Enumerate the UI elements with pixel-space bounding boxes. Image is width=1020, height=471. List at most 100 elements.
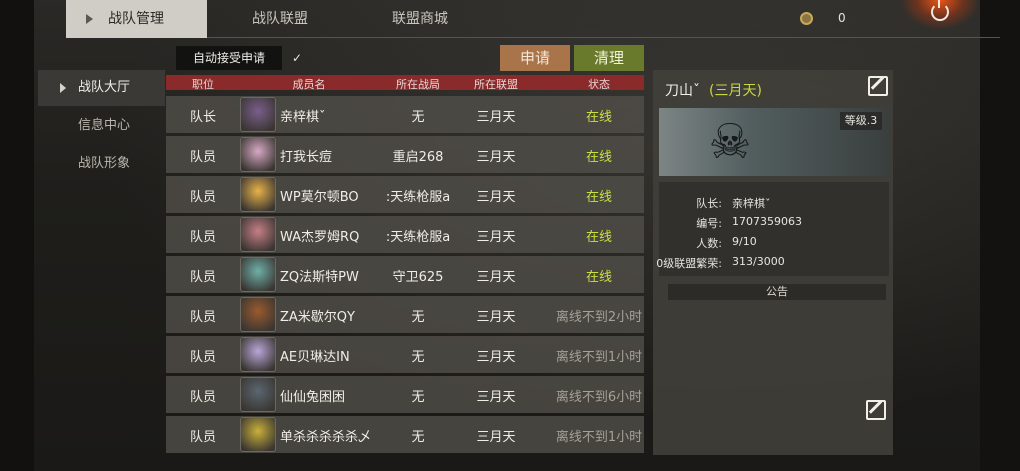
count-label: 人数: bbox=[696, 237, 722, 250]
member-role: 队员 bbox=[189, 190, 217, 205]
team-alliance: (三月天) bbox=[709, 83, 762, 99]
member-row[interactable]: 队员 AE贝琳达IN 无 三月天 离线不到1小时 bbox=[166, 336, 644, 373]
member-battle: 重启268 bbox=[392, 150, 444, 165]
column-header-battle: 所在战局 bbox=[396, 78, 440, 91]
avatar[interactable] bbox=[240, 377, 276, 412]
avatar[interactable] bbox=[240, 257, 276, 292]
caret-right-icon bbox=[86, 14, 93, 24]
caret-right-icon bbox=[60, 83, 66, 93]
member-row[interactable]: 队员 仙仙兔困困 无 三月天 离线不到6小时 bbox=[166, 376, 644, 413]
member-row[interactable]: 队员 打我长痘 重启268 三月天 在线 bbox=[166, 136, 644, 173]
member-alliance: 三月天 bbox=[476, 310, 516, 325]
skull-emblem-icon: ☠ bbox=[708, 114, 752, 170]
member-role: 队员 bbox=[189, 390, 217, 405]
prosperity-value: 313/3000 bbox=[732, 255, 785, 268]
member-alliance: 三月天 bbox=[476, 190, 516, 205]
notice-header: 公告 bbox=[668, 284, 886, 300]
avatar[interactable] bbox=[240, 417, 276, 452]
edit-notice-icon[interactable] bbox=[866, 400, 886, 420]
coin-icon bbox=[800, 12, 813, 25]
member-name: ZQ法斯特PW bbox=[280, 270, 359, 285]
member-role: 队员 bbox=[189, 230, 217, 245]
auto-accept-checkbox[interactable]: ✓ bbox=[292, 52, 304, 64]
member-battle: 无 bbox=[411, 110, 425, 125]
member-battle: 无 bbox=[411, 350, 425, 365]
member-alliance: 三月天 bbox=[476, 350, 516, 365]
sidebar-item-label: 信息中心 bbox=[78, 118, 131, 133]
prosperity-label: 0级联盟繁荣: bbox=[656, 257, 722, 270]
member-alliance: 三月天 bbox=[476, 230, 516, 245]
member-role: 队长 bbox=[189, 110, 217, 125]
avatar[interactable] bbox=[240, 177, 276, 212]
member-alliance: 三月天 bbox=[476, 270, 516, 285]
member-row[interactable]: 队员 ZQ法斯特PW 守卫625 三月天 在线 bbox=[166, 256, 644, 293]
id-value: 1707359063 bbox=[732, 215, 802, 228]
member-battle: :天练枪服a bbox=[385, 230, 451, 245]
avatar[interactable] bbox=[240, 337, 276, 372]
id-label: 编号: bbox=[696, 217, 722, 230]
avatar[interactable] bbox=[240, 217, 276, 252]
member-alliance: 三月天 bbox=[476, 390, 516, 405]
tab-team-management[interactable]: 战队管理 bbox=[66, 0, 207, 38]
sidebar-item-label: 战队大厅 bbox=[78, 80, 131, 95]
member-status: 离线不到1小时 bbox=[555, 430, 643, 445]
member-battle: 守卫625 bbox=[392, 270, 444, 285]
captain-label: 队长: bbox=[696, 197, 722, 210]
auto-accept-label: 自动接受申请 bbox=[176, 46, 282, 70]
count-value: 9/10 bbox=[732, 235, 757, 248]
member-status: 离线不到1小时 bbox=[555, 350, 643, 365]
member-battle: 无 bbox=[411, 430, 425, 445]
member-name: AE贝琳达IN bbox=[280, 350, 350, 365]
clean-button[interactable]: 清理 bbox=[574, 45, 644, 71]
member-role: 队员 bbox=[189, 350, 217, 365]
edit-icon[interactable] bbox=[868, 76, 888, 96]
avatar[interactable] bbox=[240, 97, 276, 132]
avatar[interactable] bbox=[240, 137, 276, 172]
captain-value: 亲梓棋ˇ bbox=[732, 197, 771, 210]
member-alliance: 三月天 bbox=[476, 150, 516, 165]
column-header-role: 职位 bbox=[192, 78, 214, 91]
member-name: ZA米歇尔QY bbox=[280, 310, 355, 325]
tab-alliance-shop[interactable]: 联盟商城 bbox=[392, 0, 448, 38]
avatar[interactable] bbox=[240, 297, 276, 332]
member-status: 离线不到2小时 bbox=[555, 310, 643, 325]
member-status: 在线 bbox=[585, 110, 613, 125]
tab-label: 联盟商城 bbox=[392, 11, 448, 27]
tab-label: 战队管理 bbox=[108, 11, 164, 27]
sidebar-item-team-hall[interactable]: 战队大厅 bbox=[38, 70, 165, 106]
member-name: 打我长痘 bbox=[280, 150, 333, 165]
sidebar-item-info-center[interactable]: 信息中心 bbox=[38, 108, 165, 144]
power-icon[interactable] bbox=[931, 0, 949, 21]
sidebar-item-label: 战队形象 bbox=[78, 156, 131, 171]
member-battle: :天练枪服a bbox=[385, 190, 451, 205]
member-role: 队员 bbox=[189, 150, 217, 165]
column-header-name: 成员名 bbox=[292, 78, 326, 91]
member-alliance: 三月天 bbox=[476, 110, 516, 125]
table-header: 职位 成员名 所在战局 所在联盟 状态 bbox=[166, 75, 644, 91]
member-status: 在线 bbox=[585, 150, 613, 165]
member-status: 离线不到6小时 bbox=[555, 390, 643, 405]
member-name: 亲梓棋ˇ bbox=[280, 110, 326, 125]
member-row[interactable]: 队员 ZA米歇尔QY 无 三月天 离线不到2小时 bbox=[166, 296, 644, 333]
member-alliance: 三月天 bbox=[476, 430, 516, 445]
member-row[interactable]: 队员 单杀杀杀杀杀乄 无 三月天 离线不到1小时 bbox=[166, 416, 644, 453]
right-edge bbox=[980, 0, 1020, 471]
member-name: WA杰罗姆RQ bbox=[280, 230, 360, 245]
member-row[interactable]: 队员 WP莫尔顿BO:天练枪服a 三月天 在线 bbox=[166, 176, 644, 213]
column-header-status: 状态 bbox=[588, 78, 610, 91]
member-role: 队员 bbox=[189, 310, 217, 325]
coin-amount: 0 bbox=[838, 11, 846, 25]
team-name[interactable]: 刀山ˇ bbox=[665, 80, 700, 100]
member-status: 在线 bbox=[585, 270, 613, 285]
member-row[interactable]: 队员 WA杰罗姆RQ:天练枪服a 三月天 在线 bbox=[166, 216, 644, 253]
member-role: 队员 bbox=[189, 430, 217, 445]
apply-button[interactable]: 申请 bbox=[500, 45, 570, 71]
top-bar: 战队管理 战队联盟 联盟商城 bbox=[66, 0, 1000, 38]
member-role: 队员 bbox=[189, 270, 217, 285]
member-battle: 无 bbox=[411, 390, 425, 405]
sidebar-item-team-image[interactable]: 战队形象 bbox=[38, 146, 165, 182]
tab-team-alliance[interactable]: 战队联盟 bbox=[252, 0, 308, 38]
member-row[interactable]: 队长 亲梓棋ˇ 无 三月天 在线 bbox=[166, 96, 644, 133]
tab-label: 战队联盟 bbox=[252, 11, 308, 27]
member-battle: 无 bbox=[411, 310, 425, 325]
